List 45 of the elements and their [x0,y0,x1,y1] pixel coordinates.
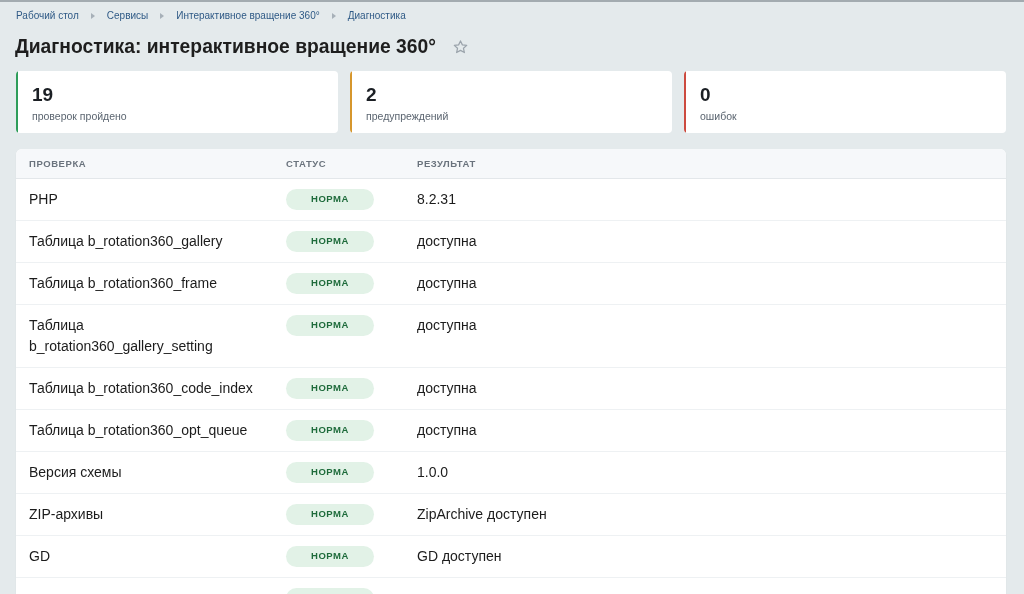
result-text: доступна [417,232,477,251]
check-name: PHP [29,190,58,209]
summary-label: предупреждений [366,109,449,124]
breadcrumb-link[interactable]: Сервисы [106,8,149,23]
result-text: доступна [417,316,477,335]
summary-count: 0 [700,83,711,107]
summary-label: ошибок [700,109,737,124]
check-name: Таблица b_rotation360_gallery_setting [29,316,214,356]
star-icon[interactable] [452,40,468,54]
breadcrumb-link[interactable]: Интерактивное вращение 360° [176,8,320,23]
result-text: 8.2.31 [417,190,456,209]
summary-count: 19 [32,83,54,107]
status-badge: НОРМА [286,546,374,567]
check-name: Версия схемы [29,463,122,482]
status-badge: НОРМА [286,504,374,525]
result-text: 1.0.0 [417,463,449,482]
status-badge: НОРМА [286,315,374,336]
summary-count: 2 [366,83,377,107]
status-badge: НОРМА [286,273,374,294]
status-badge: НОРМА [286,189,374,210]
breadcrumb-link[interactable]: Рабочий стол [16,8,79,23]
column-header: РЕЗУЛЬТАТ [417,157,476,170]
column-header: СТАТУС [286,157,327,170]
result-text: доступна [417,379,477,398]
result-text: доступна [417,274,477,293]
check-name: Таблица b_rotation360_opt_queue [29,421,248,440]
column-header: ПРОВЕРКА [29,157,87,170]
status-badge: НОРМА [286,231,374,252]
check-name: Таблица b_rotation360_frame [29,274,217,293]
page-title: Диагностика: интерактивное вращение 360° [15,35,436,59]
result-text: GD доступен [417,547,502,566]
status-badge: НОРМА [286,462,374,483]
check-name: Таблица b_rotation360_code_index [29,379,253,398]
status-badge: НОРМА [286,420,374,441]
triangle-icon [90,12,95,19]
result-text: ZipArchive доступен [417,505,547,524]
triangle-icon [160,12,165,19]
status-badge: НОРМА [286,378,374,399]
check-name: Таблица b_rotation360_gallery [29,232,223,251]
check-name: GD [29,547,50,566]
breadcrumb-link[interactable]: Диагностика [347,8,406,23]
triangle-icon [331,12,336,19]
check-name: ZIP-архивы [29,505,104,524]
summary-label: проверок пройдено [32,109,127,124]
result-text: доступна [417,421,477,440]
